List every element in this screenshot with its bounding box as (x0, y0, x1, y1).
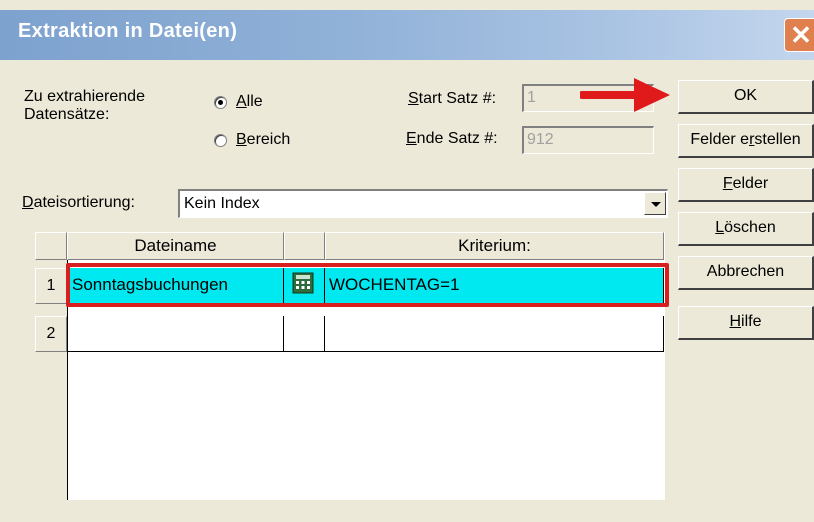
fields-button[interactable]: Felder (678, 168, 814, 202)
corner-header (35, 232, 67, 260)
start-label: Start Satz #: (408, 90, 497, 107)
icon-header[interactable] (284, 232, 325, 260)
title-bar[interactable]: Extraktion in Datei(en) ✕ (0, 10, 814, 60)
row-header[interactable]: 1 (35, 268, 67, 304)
criterion-cell[interactable] (325, 316, 664, 352)
calculator-cell[interactable] (284, 316, 325, 352)
sort-dropdown-value: Kein Index (184, 195, 260, 212)
filename-header[interactable]: Dateiname (67, 232, 284, 260)
help-button[interactable]: Hilfe (678, 306, 814, 340)
end-label: Ende Satz #: (406, 130, 498, 147)
ok-button[interactable]: OK (678, 80, 814, 114)
dialog-title: Extraktion in Datei(en) (18, 20, 238, 42)
extraction-dialog: Extraktion in Datei(en) ✕ Zu extrahieren… (0, 0, 814, 522)
records-label: Zu extrahierende Datensätze: (24, 88, 145, 124)
chevron-down-icon[interactable] (644, 192, 666, 215)
sort-dropdown[interactable]: Kein Index (178, 189, 668, 218)
close-icon[interactable]: ✕ (784, 18, 814, 52)
radio-range[interactable] (214, 134, 227, 147)
radio-all-label[interactable]: Alle (236, 93, 263, 111)
end-record-field[interactable]: 912 (522, 126, 654, 154)
create-fields-button[interactable]: Felder erstellen (678, 124, 814, 158)
radio-range-label[interactable]: Bereich (236, 131, 290, 149)
sort-label: Dateisortierung: (22, 194, 135, 211)
criterion-header[interactable]: Kriterium: (325, 232, 664, 260)
red-arrow-annotation (580, 78, 670, 112)
radio-all[interactable] (214, 96, 227, 109)
cancel-button[interactable]: Abbrechen (678, 256, 814, 290)
filename-cell[interactable] (68, 316, 284, 352)
records-label-line1: Zu extrahierende (24, 88, 145, 105)
row-header[interactable]: 2 (35, 316, 67, 352)
delete-button[interactable]: Löschen (678, 212, 814, 246)
row-highlight-annotation (66, 263, 669, 307)
records-label-line2: Datensätze: (24, 106, 110, 123)
